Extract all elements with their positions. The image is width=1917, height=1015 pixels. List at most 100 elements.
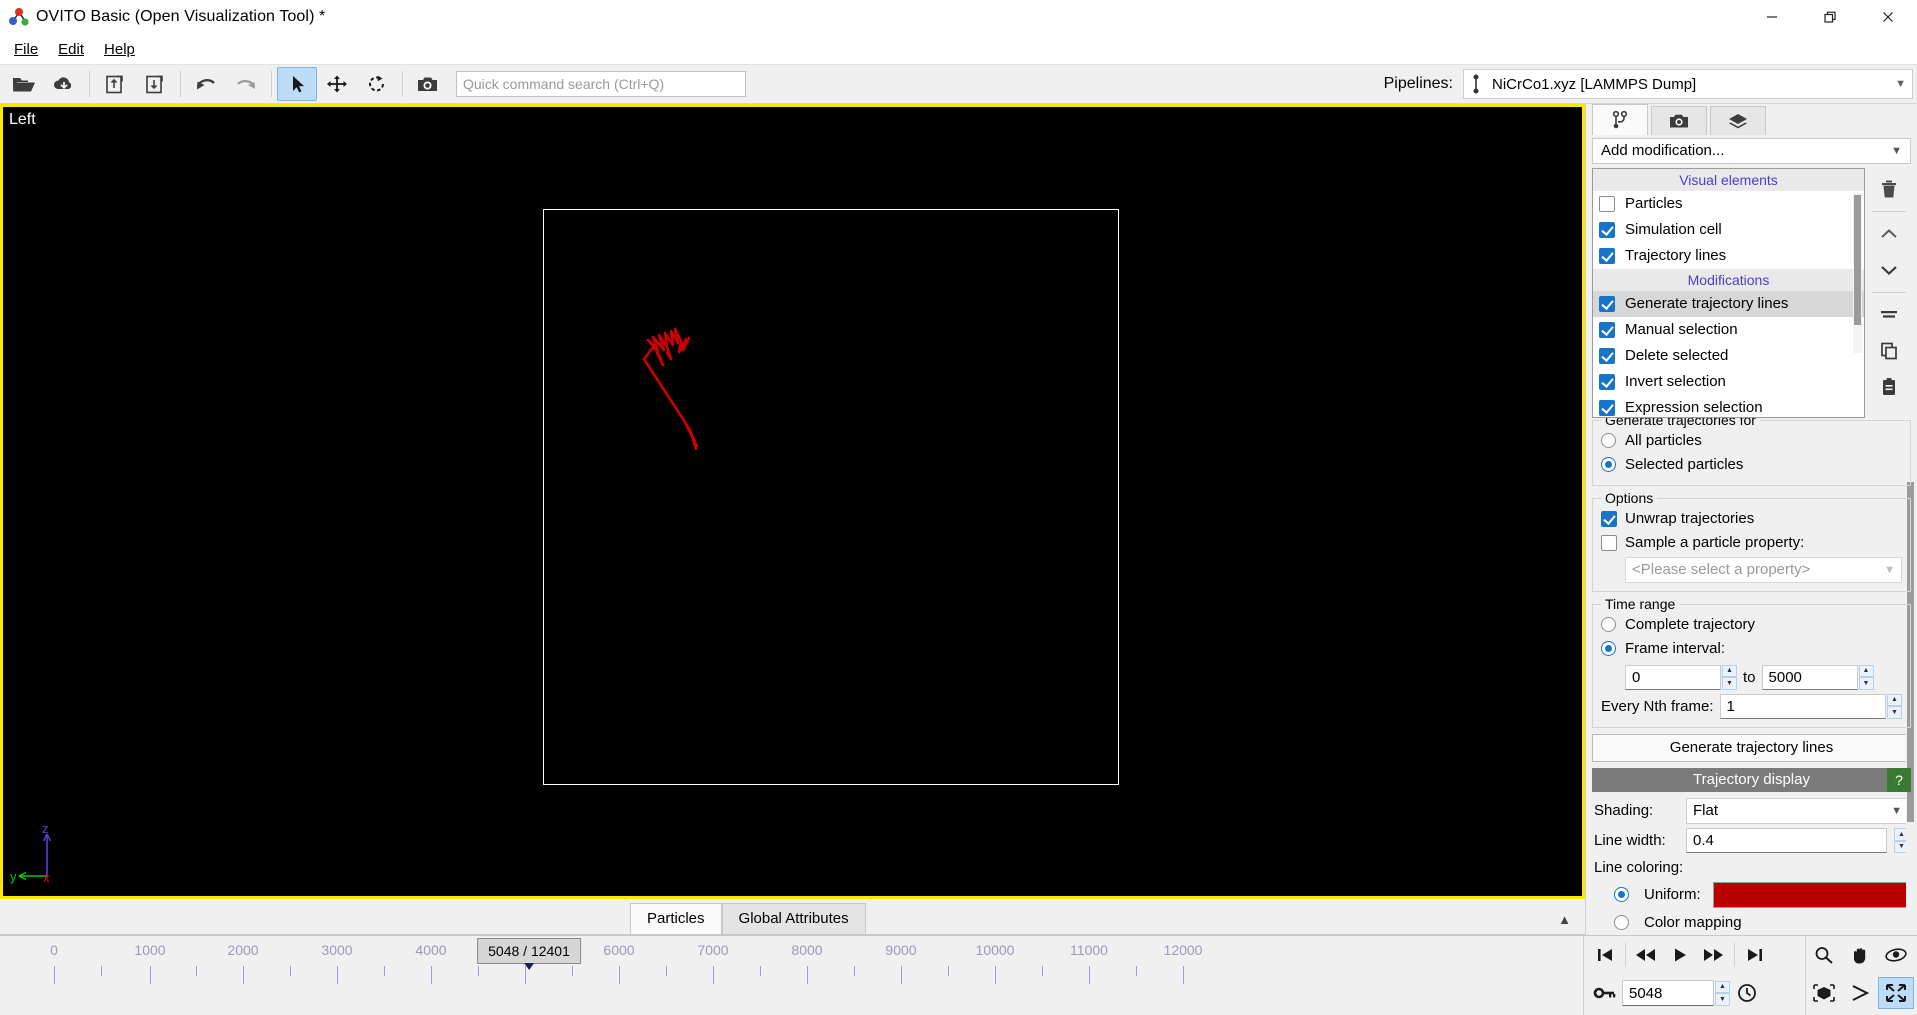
file-down-icon[interactable] — [135, 67, 175, 101]
spin-up-icon[interactable]: ▲ — [1858, 664, 1874, 678]
uniform-color-swatch[interactable] — [1712, 881, 1909, 908]
hand-icon[interactable] — [1842, 939, 1878, 971]
pipeline-item-expression-selection[interactable]: Expression selection — [1593, 395, 1864, 417]
skip-end-icon[interactable] — [1738, 939, 1772, 971]
tab-particles[interactable]: Particles — [630, 903, 722, 934]
hamburger-icon[interactable] — [1869, 298, 1909, 332]
clipboard-icon[interactable] — [1869, 370, 1909, 404]
checkbox-indicator[interactable] — [1601, 510, 1617, 527]
rewind-icon[interactable] — [1629, 939, 1663, 971]
checkbox-expression-selection[interactable] — [1599, 399, 1615, 416]
open-folder-icon[interactable] — [4, 67, 44, 101]
every-nth-spinner[interactable]: ▲ ▼ — [1887, 693, 1902, 719]
quick-search-input[interactable]: Quick command search (Ctrl+Q) — [456, 71, 746, 97]
radio-selected-particles[interactable]: Selected particles — [1601, 453, 1902, 477]
camera-icon[interactable] — [408, 67, 448, 101]
checkbox-invert-selection[interactable] — [1599, 373, 1615, 390]
viewport-left[interactable]: Left z y x — [0, 104, 1585, 899]
scrollbar-thumb[interactable] — [1854, 194, 1861, 325]
spin-down-icon[interactable]: ▼ — [1722, 677, 1737, 690]
frame-from-input[interactable]: 0 — [1625, 664, 1721, 690]
pipeline-list-scrollbar[interactable] — [1853, 192, 1862, 353]
spin-up-icon[interactable]: ▲ — [1715, 980, 1730, 993]
pipeline-item-particles[interactable]: Particles — [1593, 191, 1864, 217]
radio-indicator[interactable] — [1601, 617, 1616, 633]
undo-arrow-icon[interactable] — [186, 67, 226, 101]
pipeline-selector[interactable]: NiCrCo1.xyz [LAMMPS Dump] ▼ — [1463, 69, 1913, 99]
key-icon[interactable] — [1588, 977, 1622, 1009]
pipeline-branch-icon[interactable] — [1592, 104, 1648, 135]
tab-global-attributes[interactable]: Global Attributes — [721, 903, 866, 934]
cloud-download-icon[interactable] — [44, 67, 84, 101]
copy-icon[interactable] — [1869, 334, 1909, 368]
property-selector-combo[interactable]: <Please select a property> ▼ — [1625, 556, 1902, 583]
help-button[interactable]: ? — [1887, 767, 1911, 792]
frame-to-input[interactable]: 5000 — [1761, 664, 1858, 690]
radio-frame-interval[interactable]: Frame interval: — [1601, 637, 1902, 661]
chevron-up-icon[interactable]: ▲ — [1558, 912, 1571, 927]
pipeline-item-simulation-cell[interactable]: Simulation cell — [1593, 217, 1864, 243]
frame-from-spinner[interactable]: ▲ ▼ — [1722, 664, 1737, 690]
orbit-eye-icon[interactable] — [1878, 939, 1914, 971]
file-up-icon[interactable] — [95, 67, 135, 101]
checkbox-simulation-cell[interactable] — [1599, 221, 1615, 238]
generate-trajectory-lines-button[interactable]: Generate trajectory lines — [1592, 733, 1911, 762]
timeline-thumb[interactable]: 5048 / 12401 — [477, 938, 581, 970]
checkbox-generate-trajectory-lines[interactable] — [1599, 295, 1615, 312]
pipeline-item-delete-selected[interactable]: Delete selected — [1593, 343, 1864, 369]
play-icon[interactable] — [1663, 939, 1697, 971]
radio-complete-trajectory[interactable]: Complete trajectory — [1601, 613, 1902, 637]
radio-indicator[interactable] — [1601, 641, 1616, 657]
checkbox-sample-particle-property[interactable]: Sample a particle property: — [1601, 531, 1902, 555]
spin-down-icon[interactable]: ▼ — [1858, 677, 1874, 690]
line-width-input[interactable]: 0.4 — [1686, 828, 1887, 854]
checkbox-indicator[interactable] — [1601, 534, 1617, 551]
fast-forward-icon[interactable] — [1697, 939, 1731, 971]
timeline-slider[interactable]: 0 1000 2000 3000 4000 6000 7000 8000 900… — [0, 936, 1583, 1015]
close-button[interactable] — [1859, 0, 1917, 34]
frame-to-spinner[interactable]: ▲ ▼ — [1858, 664, 1874, 690]
pipeline-item-generate-trajectory-lines[interactable]: Generate trajectory lines — [1593, 290, 1864, 317]
pipeline-item-manual-selection[interactable]: Manual selection — [1593, 317, 1864, 343]
radio-uniform[interactable] — [1614, 887, 1629, 903]
spin-up-icon[interactable]: ▲ — [1887, 693, 1902, 707]
trajectory-display-rollout-header[interactable]: Trajectory display ? — [1592, 767, 1911, 792]
every-nth-input[interactable]: 1 — [1719, 693, 1886, 719]
menu-edit[interactable]: Edit — [48, 38, 94, 61]
pipeline-list[interactable]: Visual elements Particles Simulation cel… — [1592, 167, 1865, 418]
radio-color-mapping[interactable] — [1614, 915, 1629, 931]
maximize-restore-button[interactable] — [1801, 0, 1859, 34]
radio-indicator[interactable] — [1601, 433, 1616, 449]
clock-icon[interactable] — [1730, 977, 1764, 1009]
checkbox-trajectory-lines[interactable] — [1599, 247, 1615, 264]
skip-start-icon[interactable] — [1588, 939, 1622, 971]
menu-file[interactable]: File — [4, 38, 48, 61]
chevron-down-icon[interactable] — [1869, 253, 1909, 287]
layers-icon[interactable] — [1710, 106, 1766, 135]
checkbox-delete-selected[interactable] — [1599, 347, 1615, 364]
pipeline-item-invert-selection[interactable]: Invert selection — [1593, 369, 1864, 395]
chevron-up-icon[interactable] — [1869, 217, 1909, 251]
magnifier-icon[interactable] — [1806, 939, 1842, 971]
maximize-arrows-icon[interactable] — [1878, 977, 1914, 1009]
rotate-icon[interactable] — [357, 67, 397, 101]
spin-down-icon[interactable]: ▼ — [1887, 706, 1902, 719]
trash-icon[interactable] — [1869, 172, 1909, 206]
box-extents-icon[interactable] — [1806, 977, 1842, 1009]
camera-icon[interactable] — [1651, 106, 1707, 135]
current-frame-spinner[interactable]: ▲ ▼ — [1715, 980, 1730, 1006]
fov-icon[interactable] — [1842, 977, 1878, 1009]
spin-down-icon[interactable]: ▼ — [1715, 993, 1730, 1006]
shading-combo[interactable]: Flat ▼ — [1686, 797, 1909, 824]
radio-all-particles[interactable]: All particles — [1601, 429, 1902, 453]
add-modification-combo[interactable]: Add modification... ▼ — [1592, 138, 1911, 164]
move-cross-icon[interactable] — [317, 67, 357, 101]
minimize-button[interactable] — [1743, 0, 1801, 34]
radio-indicator[interactable] — [1601, 457, 1616, 473]
spin-up-icon[interactable]: ▲ — [1722, 664, 1737, 678]
pipeline-item-trajectory-lines[interactable]: Trajectory lines — [1593, 243, 1864, 269]
menu-help[interactable]: Help — [94, 38, 145, 61]
cursor-arrow-icon[interactable] — [277, 67, 317, 101]
checkbox-particles[interactable] — [1599, 195, 1615, 212]
current-frame-input[interactable]: 5048 — [1622, 980, 1714, 1006]
